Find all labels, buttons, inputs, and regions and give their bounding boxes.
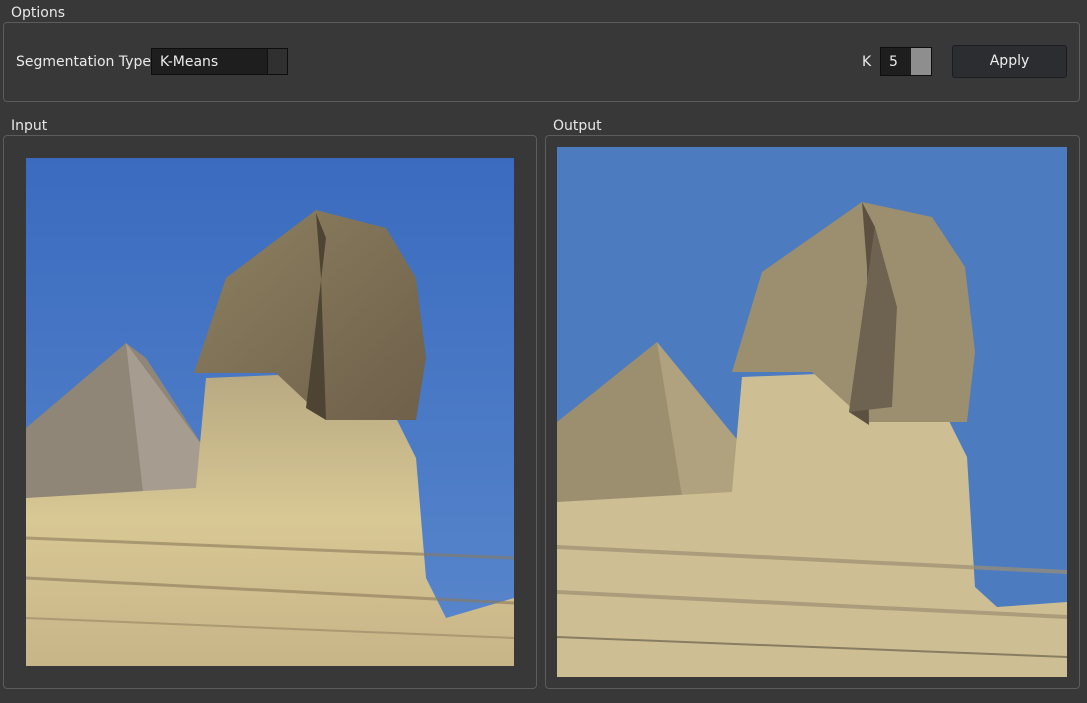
segmentation-type-label: Segmentation Type <box>16 54 152 70</box>
input-image-drawing <box>26 158 514 666</box>
dropdown-arrow-icon[interactable] <box>267 49 287 74</box>
apply-button[interactable]: Apply <box>952 45 1067 78</box>
output-group-title: Output <box>553 118 602 134</box>
k-label: K <box>862 54 872 70</box>
input-image <box>26 158 514 666</box>
options-group-title: Options <box>11 5 66 21</box>
output-image <box>557 147 1067 677</box>
segmentation-type-dropdown[interactable]: K-Means <box>151 48 288 75</box>
segmentation-type-value: K-Means <box>160 54 219 70</box>
output-image-drawing <box>557 147 1067 677</box>
k-value: 5 <box>889 54 898 70</box>
k-spinbox[interactable]: 5 <box>880 47 932 76</box>
k-spin-buttons[interactable] <box>911 48 931 75</box>
input-group-title: Input <box>11 118 48 134</box>
